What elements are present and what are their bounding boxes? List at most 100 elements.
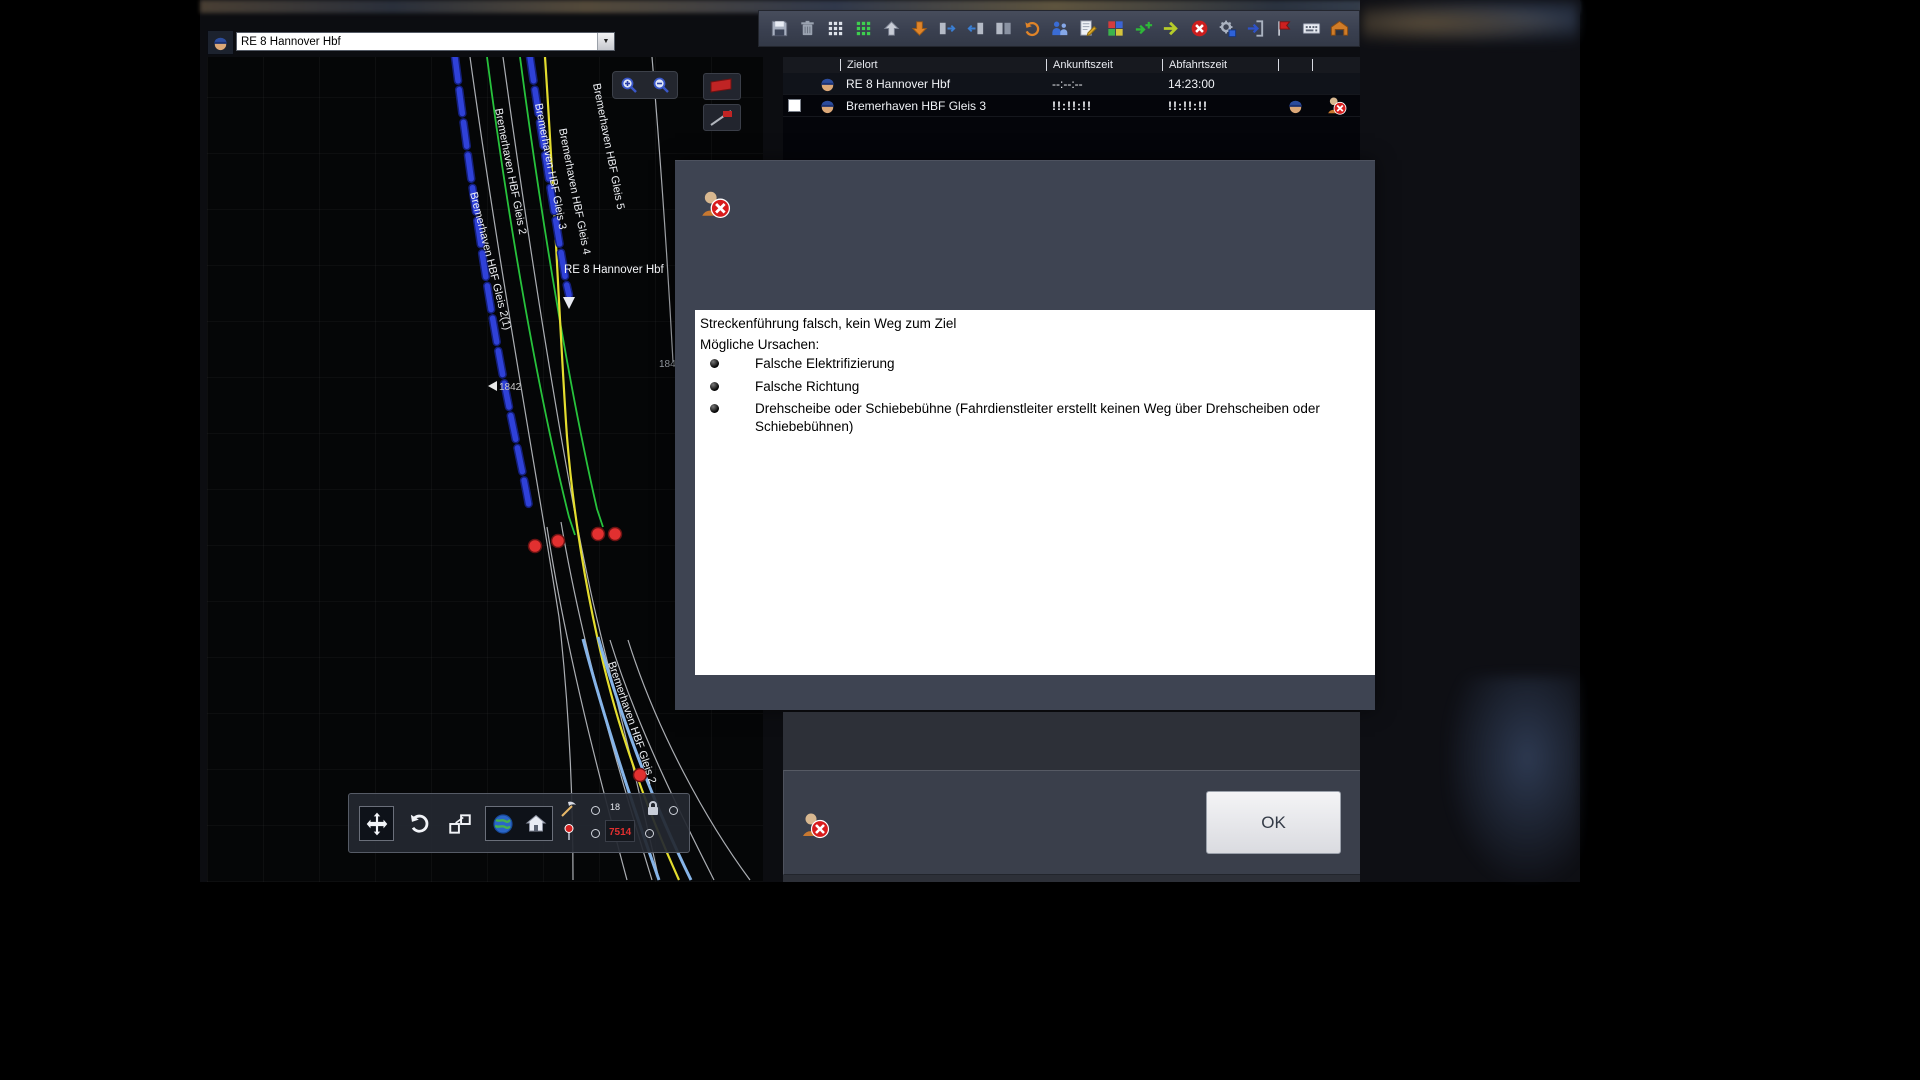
zoom-out-button[interactable] [647, 73, 675, 97]
train-selector-value[interactable] [237, 33, 597, 50]
cell-ankunftszeit: !!:!!:!! [1046, 95, 1162, 117]
track-label: Bremerhaven HBF Gleis 5 [590, 82, 626, 210]
undo-icon[interactable] [1019, 16, 1043, 42]
main-toolbar [758, 10, 1360, 47]
driver-avatar-icon [818, 96, 837, 115]
route-id-chip: 7514 [605, 820, 635, 842]
magnifier-minus-icon [652, 76, 670, 94]
track-label: Bremerhaven HBF Gleis 2 [605, 660, 658, 785]
exit-icon[interactable] [1243, 16, 1267, 42]
route-blocked-icon[interactable] [1326, 95, 1347, 116]
confirm-dialog: OK [783, 770, 1360, 875]
error-title: Streckenführung falsch, kein Weg zum Zie… [700, 316, 1375, 331]
insert-before-icon[interactable] [935, 16, 959, 42]
grid-large-icon[interactable] [851, 16, 875, 42]
zoom-in-button[interactable] [615, 73, 643, 97]
header-abfahrtszeit[interactable]: Abfahrtszeit [1162, 59, 1278, 71]
move-icon [364, 811, 390, 837]
move-up-icon[interactable] [879, 16, 903, 42]
option-radio-2[interactable] [591, 829, 600, 838]
slope-tool-button[interactable] [703, 104, 741, 131]
transform-tool-button[interactable] [442, 806, 477, 841]
header-icon-col [783, 59, 840, 71]
save-icon[interactable] [767, 16, 791, 42]
cell-abfahrtszeit: 14:23:00 [1162, 73, 1278, 95]
option-radio-3[interactable] [645, 829, 654, 838]
transform-icon [447, 811, 473, 837]
scene-blur-bottom [1448, 676, 1580, 882]
track-hud: 18 7514 [559, 796, 689, 852]
route-blocked-icon[interactable] [800, 810, 830, 840]
move-down-icon[interactable] [907, 16, 931, 42]
depot-icon[interactable] [1327, 16, 1351, 42]
globe-icon[interactable] [491, 812, 515, 836]
view-mode-box [485, 806, 553, 841]
route-go-icon[interactable] [1159, 16, 1183, 42]
keypad-icon[interactable] [1299, 16, 1323, 42]
cause-text: Falsche Elektrifizierung [755, 355, 1340, 373]
row-checkbox[interactable] [788, 99, 801, 112]
ok-button[interactable]: OK [1206, 791, 1341, 854]
chevron-down-icon[interactable]: ▼ [597, 33, 614, 50]
cell-ankunftszeit: --:--:-- [1046, 73, 1162, 95]
option-radio-1[interactable] [591, 806, 600, 815]
route-blocked-icon[interactable] [699, 188, 731, 220]
barrier-tool-button[interactable] [703, 73, 741, 100]
slope-flag-icon [707, 108, 737, 128]
delete-icon[interactable] [795, 16, 819, 42]
error-message-box: Streckenführung falsch, kein Weg zum Zie… [695, 310, 1375, 675]
flag-icon[interactable] [1271, 16, 1295, 42]
route-add-icon[interactable] [1131, 16, 1155, 42]
passengers-icon[interactable] [1047, 16, 1071, 42]
duplicate-icon[interactable] [991, 16, 1015, 42]
color-grid-icon[interactable] [1103, 16, 1127, 42]
edge-signal-id-label: 184 [659, 359, 676, 370]
insert-after-icon[interactable] [963, 16, 987, 42]
route-id-value: 7514 [609, 827, 631, 838]
train-selector[interactable]: ▼ [236, 32, 615, 51]
driver-avatar-icon [1286, 96, 1305, 115]
table-row[interactable]: Bremerhaven HBF Gleis 3 !!:!!:!! !!:!!:!… [783, 95, 1360, 117]
lock-icon[interactable] [643, 798, 663, 818]
home-icon[interactable] [524, 812, 548, 836]
driver-avatar-icon [818, 74, 837, 93]
table-row[interactable]: RE 8 Hannover Hbf --:--:-- 14:23:00 [783, 73, 1360, 95]
bullet-icon [710, 359, 719, 368]
grid-small-icon[interactable] [823, 16, 847, 42]
option-radio-4[interactable] [669, 806, 678, 815]
header-zielort[interactable]: Zielort [840, 59, 1046, 71]
cause-item: Drehscheibe oder Schiebebühne (Fahrdiens… [700, 400, 1375, 435]
header-ankunftszeit[interactable]: Ankunftszeit [1046, 59, 1162, 71]
cause-text: Falsche Richtung [755, 378, 1340, 396]
cell-zielort: Bremerhaven HBF Gleis 3 [840, 95, 1046, 117]
zoom-controls [612, 71, 678, 99]
map-toolbar: 18 7514 [348, 793, 690, 853]
signal-id-label: 1842 [499, 382, 522, 393]
track-build-icon[interactable] [559, 799, 579, 819]
rotate-tool-button[interactable] [401, 806, 436, 841]
track-id-value: 18 [610, 802, 620, 812]
cell-abfahrtszeit: !!:!!:!! [1162, 95, 1278, 117]
bullet-icon [710, 382, 719, 391]
barrier-icon [707, 77, 737, 97]
cause-item: Falsche Elektrifizierung [700, 355, 1375, 373]
train-position-label: RE 8 Hannover Hbf [564, 264, 665, 276]
cell-zielort: RE 8 Hannover Hbf [840, 73, 1046, 95]
cause-item: Falsche Richtung [700, 378, 1375, 396]
signal-build-icon[interactable] [559, 823, 579, 843]
bullet-icon [710, 404, 719, 413]
timetable-panel: Zielort Ankunftszeit Abfahrtszeit RE 8 H… [783, 57, 1360, 160]
settings-icon[interactable] [1215, 16, 1239, 42]
header-col6 [1312, 59, 1360, 71]
scene-blur-top [1362, 0, 1578, 46]
rotate-icon [406, 811, 432, 837]
train-driver-avatar [207, 30, 234, 55]
direction-arrow [488, 381, 497, 391]
schedule-edit-icon[interactable] [1075, 16, 1099, 42]
route-end-arrow [563, 297, 575, 309]
header-col5 [1278, 59, 1312, 71]
magnifier-plus-icon [620, 76, 638, 94]
timetable-header: Zielort Ankunftszeit Abfahrtszeit [783, 57, 1360, 73]
pan-tool-button[interactable] [359, 806, 394, 841]
route-cancel-icon[interactable] [1187, 16, 1211, 42]
